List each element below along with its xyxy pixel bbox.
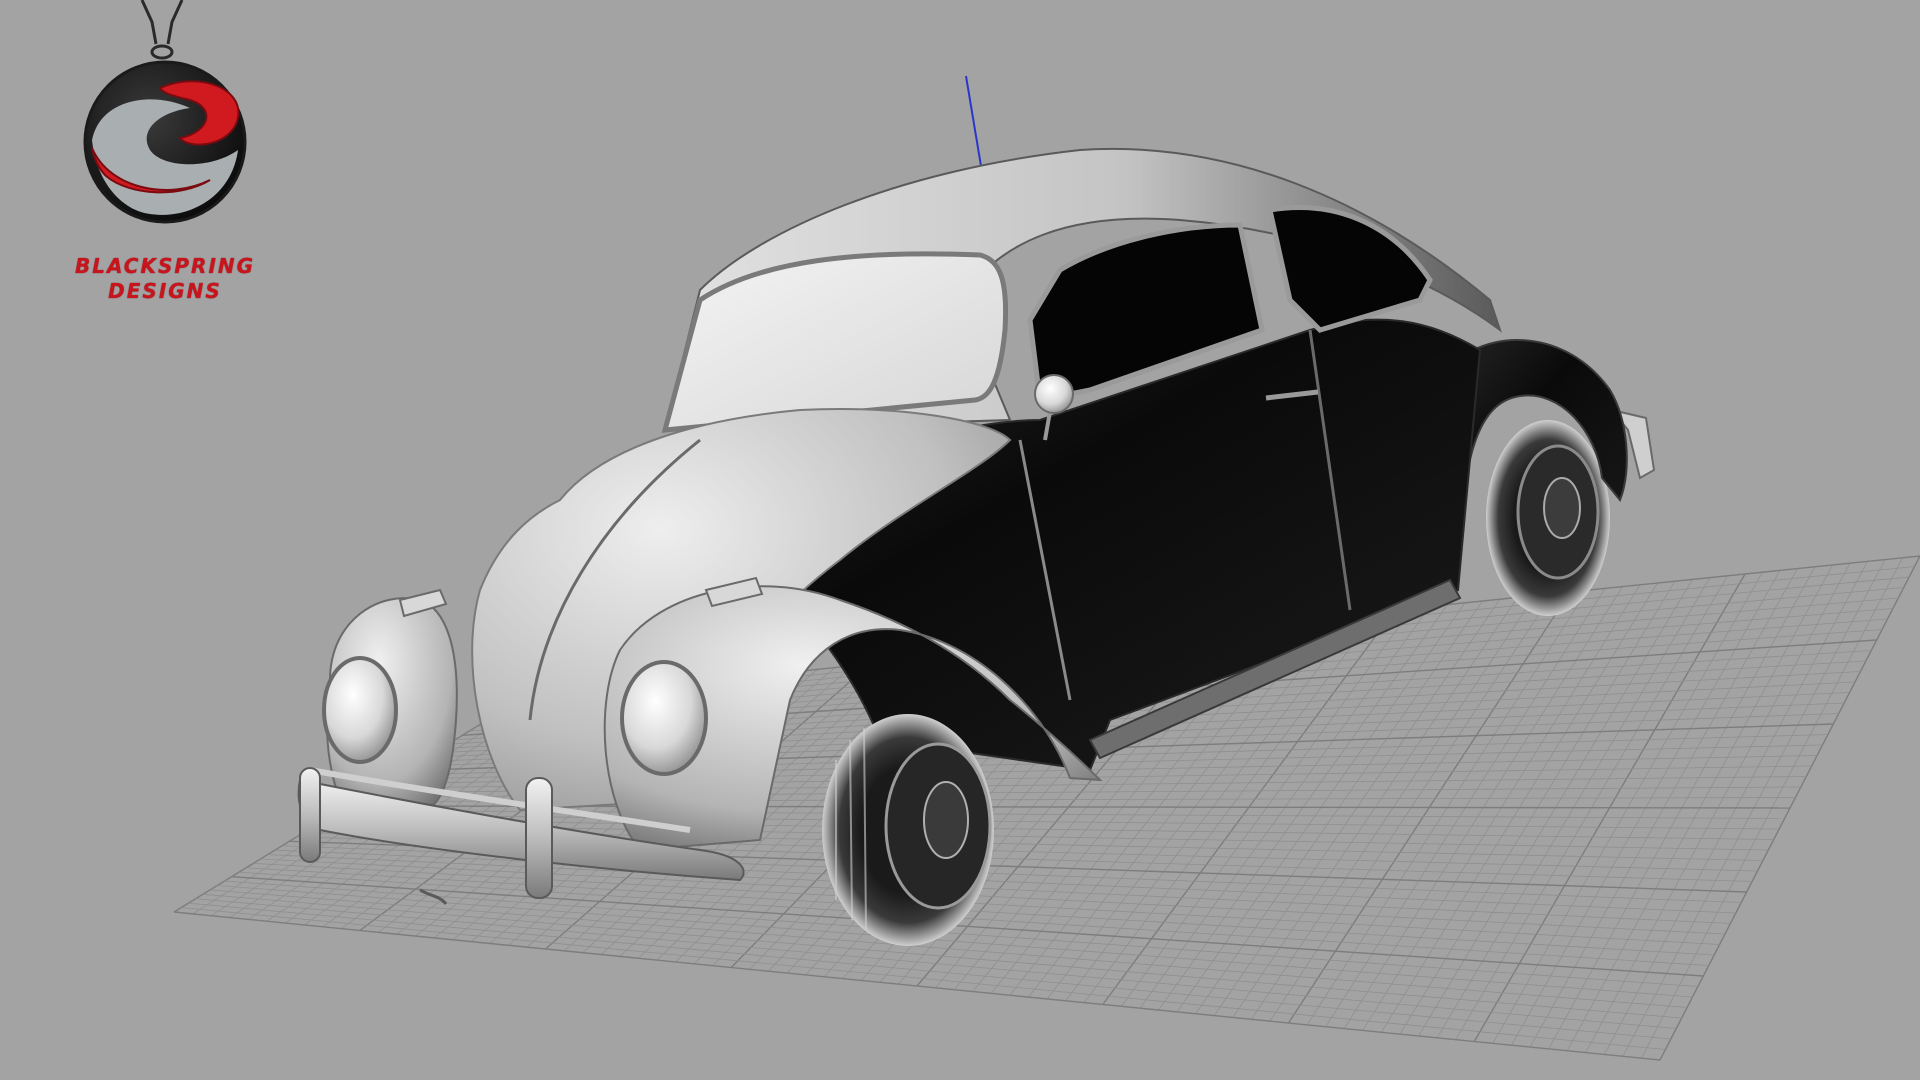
headlight-left [322, 656, 398, 764]
z-axis-line [965, 75, 983, 173]
brand-name-line1: BLACKSPRING [74, 254, 256, 278]
rear-wheel[interactable] [1486, 420, 1610, 616]
grid-line [267, 854, 1731, 924]
grid-line [260, 858, 1726, 935]
3d-viewport[interactable]: BLACKSPRING DESIGNS [0, 0, 1920, 1080]
brand-logo: BLACKSPRING DESIGNS [40, 0, 300, 310]
brand-name-line2: DESIGNS [108, 279, 222, 303]
side-mirror [1034, 374, 1074, 414]
headlight-right [620, 660, 708, 776]
front-wheel[interactable] [822, 714, 994, 946]
rear-side-window [1266, 205, 1433, 333]
car-model[interactable] [297, 147, 1656, 946]
blackspring-pendant-logo-icon [83, 0, 247, 224]
